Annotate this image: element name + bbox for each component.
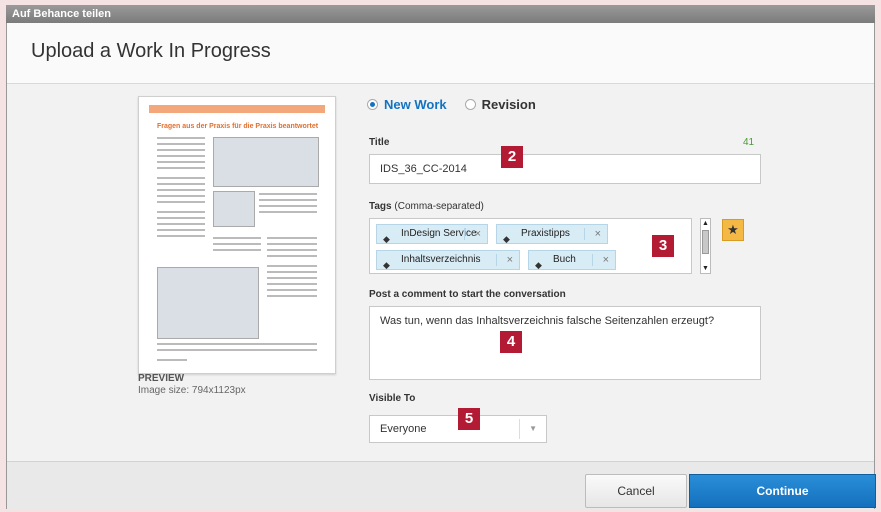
tag-remove-icon[interactable]: × xyxy=(603,251,609,269)
annotation-badge-4: 4 xyxy=(500,331,522,353)
tag-remove-icon[interactable]: × xyxy=(475,225,481,243)
tag-label: Praxistipps xyxy=(521,228,570,239)
scroll-down-icon[interactable]: ▼ xyxy=(701,264,710,273)
star-icon[interactable]: ★ xyxy=(722,219,744,241)
tags-label-hint: (Comma-separated) xyxy=(394,201,484,212)
tag-icon: ◆ xyxy=(535,260,542,270)
comment-textarea[interactable]: Was tun, wenn das Inhaltsverzeichnis fal… xyxy=(369,306,761,380)
tag-label: Buch xyxy=(553,254,576,265)
annotation-badge-2: 2 xyxy=(501,146,523,168)
tag-remove-icon[interactable]: × xyxy=(507,251,513,269)
tags-label-text: Tags xyxy=(369,201,392,212)
radio-label-new-work[interactable]: New Work xyxy=(384,97,447,112)
title-char-counter: 41 xyxy=(743,137,755,148)
tag-remove-icon[interactable]: × xyxy=(595,225,601,243)
tag-label: Inhaltsverzeichnis xyxy=(401,254,481,265)
visible-to-label: Visible To xyxy=(369,393,416,404)
title-label: Title xyxy=(369,137,390,148)
tag-chip: ◆ Inhaltsverzeichnis × xyxy=(376,250,520,270)
tags-scrollbar[interactable]: ▲ ▼ xyxy=(700,218,711,274)
thumb-header-bar xyxy=(149,105,325,113)
tag-icon: ◆ xyxy=(383,234,390,244)
comment-label: Post a comment to start the conversation xyxy=(369,289,566,300)
thumb-heading: Fragen aus der Praxis für die Praxis bea… xyxy=(157,123,319,130)
preview-image-size: Image size: 794x1123px xyxy=(138,385,246,396)
tags-input[interactable]: ◆ InDesign Service × ◆ Praxistipps × ◆ I… xyxy=(369,218,692,274)
tag-label: InDesign Service xyxy=(401,228,477,239)
tag-chip: ◆ InDesign Service × xyxy=(376,224,488,244)
tags-label: Tags (Comma-separated) xyxy=(369,201,484,212)
window-titlebar: Auf Behance teilen xyxy=(6,5,875,23)
tag-chip: ◆ Buch × xyxy=(528,250,616,270)
visibility-selected: Everyone xyxy=(380,423,427,435)
annotation-badge-3: 3 xyxy=(652,235,674,257)
tag-icon: ◆ xyxy=(383,260,390,270)
upload-dialog: Upload a Work In Progress Fragen aus der… xyxy=(6,23,876,510)
cancel-button[interactable]: Cancel xyxy=(585,474,687,508)
app-frame: Auf Behance teilen Upload a Work In Prog… xyxy=(0,0,881,512)
title-input[interactable]: IDS_36_CC-2014 xyxy=(369,154,761,184)
document-preview-thumbnail: Fragen aus der Praxis für die Praxis bea… xyxy=(138,96,336,374)
radio-new-work[interactable] xyxy=(367,98,378,110)
dialog-heading: Upload a Work In Progress xyxy=(31,40,271,62)
chevron-down-icon: ▼ xyxy=(529,424,537,433)
tag-chip: ◆ Praxistipps × xyxy=(496,224,608,244)
preview-label: PREVIEW xyxy=(138,373,185,384)
work-type-selector: New Work Revision xyxy=(367,94,554,114)
continue-button[interactable]: Continue xyxy=(689,474,876,508)
dialog-header: Upload a Work In Progress xyxy=(7,23,874,84)
tag-icon: ◆ xyxy=(503,234,510,244)
radio-revision[interactable] xyxy=(464,98,476,110)
scroll-up-icon[interactable]: ▲ xyxy=(701,219,710,228)
annotation-badge-5: 5 xyxy=(458,408,480,430)
radio-label-revision[interactable]: Revision xyxy=(482,97,536,112)
scroll-thumb[interactable] xyxy=(702,230,709,254)
